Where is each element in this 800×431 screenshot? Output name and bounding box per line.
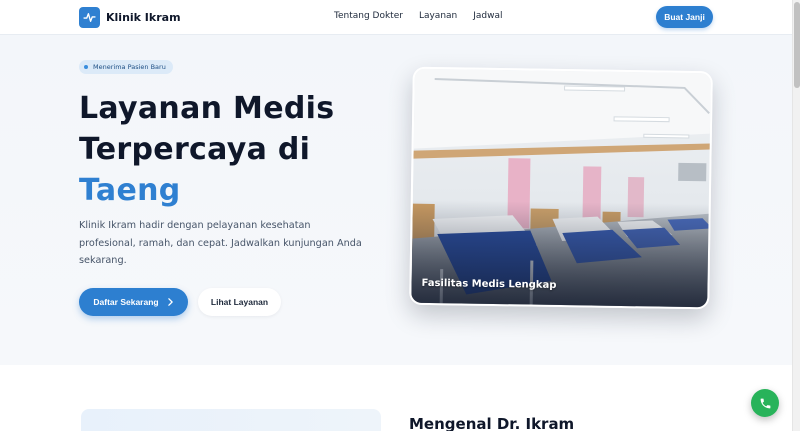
navbar: Klinik Ikram Tentang Dokter Layanan Jadw… (0, 0, 792, 35)
new-patients-badge: Menerima Pasien Baru (79, 60, 173, 74)
hospital-ward-photo: Fasilitas Medis Lengkap (409, 66, 713, 310)
hero-title: Layanan Medis Terpercaya di Taeng (79, 88, 399, 211)
heartbeat-icon (79, 7, 100, 28)
nav-link-jadwal[interactable]: Jadwal (473, 11, 502, 21)
hero-title-accent: Taeng (79, 173, 181, 208)
badge-label: Menerima Pasien Baru (93, 63, 166, 71)
photo-caption: Fasilitas Medis Lengkap (421, 277, 557, 291)
page-scrollbar[interactable] (792, 0, 800, 431)
about-title: Mengenal Dr. Ikram (409, 415, 575, 431)
doctor-photo-placeholder (81, 409, 381, 431)
hero-title-line2: Terpercaya di (79, 132, 311, 167)
main-nav: Tentang Dokter Layanan Jadwal (334, 11, 503, 21)
hero-title-line1: Layanan Medis (79, 91, 335, 126)
phone-icon (760, 398, 770, 408)
nav-link-layanan[interactable]: Layanan (419, 11, 457, 21)
chevron-right-icon (167, 298, 173, 306)
view-services-button[interactable]: Lihat Layanan (198, 288, 281, 316)
scrollbar-thumb[interactable] (794, 2, 800, 88)
register-now-button[interactable]: Daftar Sekarang (79, 288, 188, 316)
brand-name: Klinik Ikram (106, 11, 181, 24)
book-appointment-button[interactable]: Buat Janji (656, 6, 713, 28)
nav-link-tentang-dokter[interactable]: Tentang Dokter (334, 11, 403, 21)
brand-logo-link[interactable]: Klinik Ikram (79, 7, 181, 28)
register-now-label: Daftar Sekarang (93, 297, 159, 307)
whatsapp-float-button[interactable] (751, 389, 779, 417)
status-dot-icon (84, 65, 88, 69)
hero-description: Klinik Ikram hadir dengan pelayanan kese… (79, 220, 362, 266)
